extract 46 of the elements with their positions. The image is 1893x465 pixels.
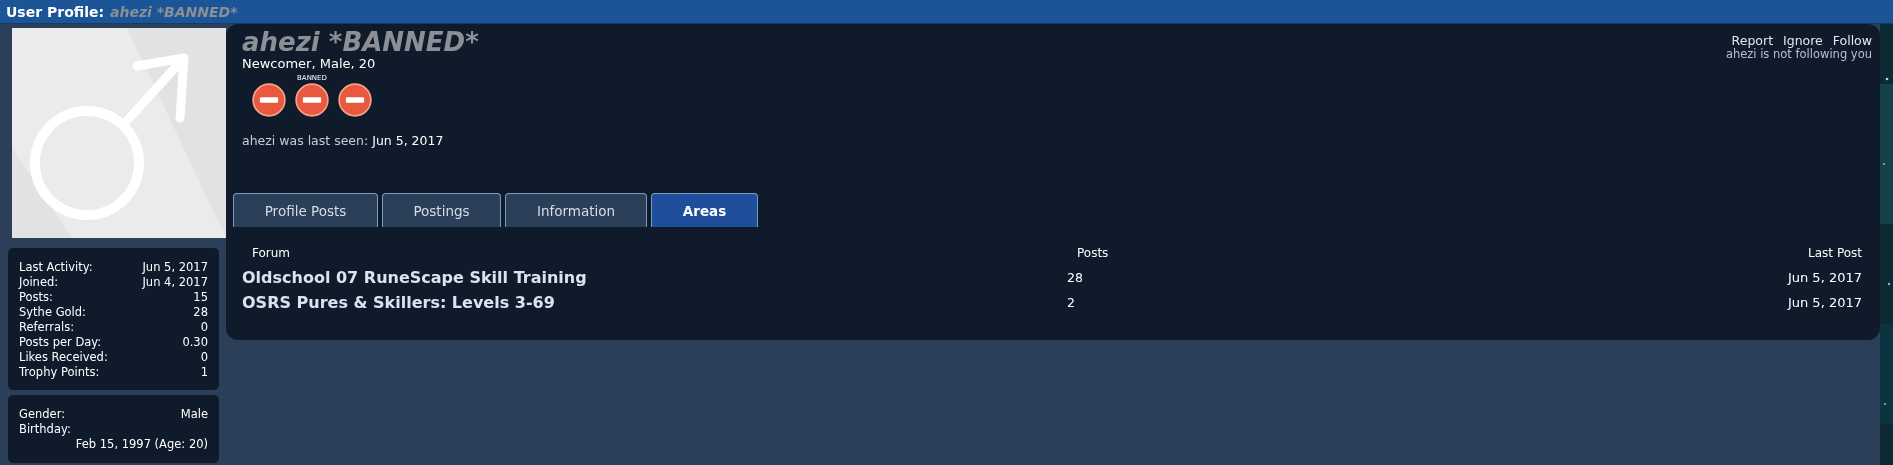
stat-value: 1	[200, 365, 208, 380]
stat-label: Last Activity:	[19, 260, 93, 275]
last-seen-label: ahezi was last seen:	[242, 133, 369, 148]
table-cell-text: 2	[1067, 295, 1076, 311]
follow-status: ahezi is not following you	[1725, 48, 1872, 61]
gender-value: Male	[180, 407, 208, 422]
stat-value: 28	[193, 305, 208, 320]
tab[interactable]: Information	[505, 193, 647, 228]
stat-label: Posts per Day:	[19, 335, 102, 350]
stat-value: Jun 4, 2017	[142, 275, 208, 290]
action-link[interactable]: Ignore	[1783, 34, 1823, 48]
stat-label: Joined:	[19, 275, 59, 290]
action-link[interactable]: Follow	[1832, 34, 1872, 48]
column-header: Posts	[1077, 246, 1110, 261]
tab[interactable]: Profile Posts	[233, 193, 378, 228]
column-header: Forum	[251, 246, 292, 261]
page-title: User Profile:	[6, 3, 105, 20]
tab[interactable]: Postings	[382, 193, 501, 228]
no-entry-icon	[252, 83, 286, 117]
birthday-label: Birthday:	[19, 422, 71, 437]
last-seen-date: Jun 5, 2017	[372, 133, 444, 148]
action-link[interactable]: Report	[1731, 34, 1774, 48]
stat-value: 0	[200, 350, 208, 365]
stat-value: 0	[200, 320, 208, 335]
table-cell: Jun 5, 2017	[1787, 295, 1862, 311]
birthday-value: Feb 15, 1997 (Age: 20)	[75, 437, 208, 452]
stat-label: Trophy Points:	[19, 365, 100, 380]
stat-label: Referrals:	[19, 320, 75, 335]
column-header: Last Post	[1808, 246, 1862, 261]
stat-value: Jun 5, 2017	[142, 260, 208, 275]
stat-value: 15	[193, 290, 208, 305]
stat-label: Likes Received:	[19, 350, 108, 365]
stat-label: Sythe Gold:	[19, 305, 86, 320]
forum-link[interactable]: OSRS Pures & Skillers: Levels 3-69	[242, 293, 1067, 313]
stat-value: 0.30	[182, 335, 208, 350]
title-username: ahezi *BANNED*	[110, 3, 238, 20]
table-cell-text: 28	[1067, 270, 1084, 286]
no-entry-icon	[338, 83, 372, 117]
user-subtitle: Newcomer, Male, 20	[242, 56, 377, 71]
username: ahezi *BANNED*	[242, 28, 479, 56]
stat-label: Posts:	[19, 290, 53, 305]
tab[interactable]: Areas	[651, 193, 758, 228]
table-cell: Jun 5, 2017	[1787, 270, 1862, 286]
no-entry-icon	[295, 83, 329, 117]
gender-label: Gender:	[19, 407, 66, 422]
forum-link[interactable]: Oldschool 07 RuneScape Skill Training	[242, 268, 1067, 288]
